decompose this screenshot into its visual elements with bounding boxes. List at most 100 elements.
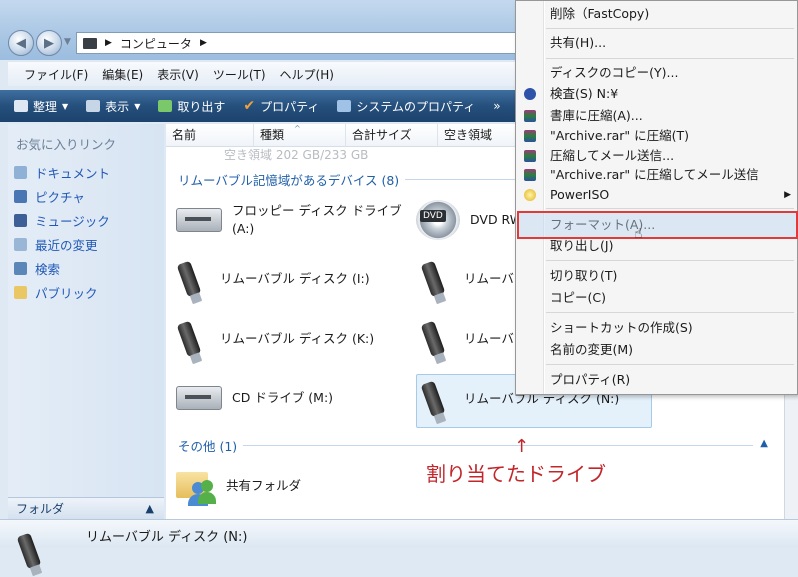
breadcrumb-separator-icon: ▶: [199, 38, 207, 48]
back-arrow-icon: ◀: [16, 35, 26, 51]
usb-drive-icon: [420, 380, 446, 418]
menu-copy[interactable]: コピー(C): [516, 287, 798, 309]
menu-compress-rar-email[interactable]: "Archive.rar" に圧縮してメール送信: [516, 164, 798, 186]
menu-add-archive[interactable]: 書庫に圧縮(A)...: [516, 105, 798, 127]
group-divider: [405, 179, 516, 180]
eject-label: 取り出す: [177, 99, 226, 114]
properties-button[interactable]: ✔ プロパティ: [243, 98, 319, 115]
recent-changes-icon: [14, 237, 27, 251]
winrar-icon: [524, 150, 536, 162]
views-icon: [86, 100, 101, 112]
back-button[interactable]: ◀: [8, 30, 34, 56]
device-label: リムーバブル ディスク (I:): [220, 271, 370, 286]
forward-arrow-icon: ▶: [44, 35, 54, 51]
device-label: リムーバブル ディスク (K:): [220, 331, 375, 346]
organize-button[interactable]: 整理 ▼: [14, 98, 68, 115]
chevron-down-icon: ▼: [134, 101, 141, 111]
chevron-up-icon: ▲: [145, 502, 154, 515]
folders-toggle[interactable]: フォルダ ▲: [8, 497, 164, 519]
usb-drive-icon: [16, 532, 42, 570]
winrar-icon: [524, 110, 536, 122]
group-title: その他 (1): [178, 439, 238, 454]
group-title: リムーバブル記憶域があるデバイス (8): [178, 173, 400, 188]
menu-item-label: 削除（FastCopy): [550, 6, 650, 21]
toolbar-overflow-button[interactable]: »: [493, 99, 500, 113]
column-name[interactable]: 名前: [166, 124, 254, 146]
faded-row: 空き領域 202 GB/233 GB: [224, 148, 369, 162]
forward-button[interactable]: ▶: [36, 30, 62, 56]
winrar-icon: [524, 169, 536, 181]
menu-cut[interactable]: 切り取り(T): [516, 265, 798, 287]
views-label: 表示: [105, 99, 130, 114]
menu-properties[interactable]: プロパティ(R): [516, 369, 798, 391]
system-properties-label: システムのプロパティ: [356, 99, 476, 114]
menu-copy-disk[interactable]: ディスクのコピー(Y)...: [516, 62, 798, 84]
menu-item-label: "Archive.rar" に圧縮(T): [550, 128, 690, 143]
fav-search[interactable]: 検索: [14, 256, 110, 280]
fav-label: ミュージック: [35, 213, 110, 229]
dvd-text-icon: DVD: [420, 210, 446, 222]
fav-documents[interactable]: ドキュメント: [14, 160, 110, 184]
menu-file[interactable]: ファイル(F): [24, 66, 88, 83]
usb-drive-icon: [420, 320, 446, 358]
search-icon: [14, 261, 27, 275]
views-button[interactable]: 表示 ▼: [86, 98, 140, 115]
menu-item-label: 切り取り(T): [550, 268, 618, 283]
address-bar[interactable]: ▶ コンピュータ ▶: [76, 32, 516, 54]
favorite-links-title: お気に入りリンク: [16, 137, 117, 152]
fav-pictures[interactable]: ピクチャ: [14, 184, 110, 208]
menu-delete-fastcopy[interactable]: 削除（FastCopy): [516, 3, 798, 25]
device-disk-l[interactable]: リムーバ: [412, 320, 514, 358]
dvd-drive-icon: DVD: [416, 200, 460, 240]
system-properties-icon: [337, 100, 352, 112]
organize-label: 整理: [33, 99, 58, 114]
menu-create-shortcut[interactable]: ショートカットの作成(S): [516, 317, 798, 339]
favorite-links-list: ドキュメント ピクチャ ミュージック 最近の変更 検索 パブリック: [14, 160, 110, 304]
menu-rename[interactable]: 名前の変更(M): [516, 339, 798, 361]
device-label-line: フロッピー ディスク ドライブ: [232, 203, 402, 218]
menu-edit[interactable]: 編集(E): [102, 66, 143, 83]
device-floppy[interactable]: フロッピー ディスク ドライブ (A:): [176, 202, 402, 238]
device-disk-j[interactable]: リムーバ: [412, 260, 514, 298]
sort-ascending-icon: ^: [294, 124, 301, 133]
fav-label: 検索: [35, 261, 61, 277]
menu-view[interactable]: 表示(V): [157, 66, 199, 83]
poweriso-icon: [524, 189, 536, 201]
device-cd[interactable]: CD ドライブ (M:): [176, 386, 333, 410]
fav-public[interactable]: パブリック: [14, 280, 110, 304]
menu-item-label: プロパティ(R): [550, 372, 631, 387]
menu-compress-rar[interactable]: "Archive.rar" に圧縮(T): [516, 125, 798, 147]
column-type[interactable]: 種類 ^: [254, 124, 346, 146]
documents-icon: [14, 165, 27, 179]
menu-poweriso[interactable]: PowerISO ▶: [516, 184, 798, 206]
eject-button[interactable]: 取り出す: [158, 98, 225, 115]
device-dvd[interactable]: DVD DVD RW: [416, 200, 522, 240]
menu-tools[interactable]: ツール(T): [213, 66, 266, 83]
menu-share[interactable]: 共有(H)...: [516, 32, 798, 54]
organize-icon: [14, 100, 28, 112]
folder-icon: [14, 285, 27, 299]
fav-music[interactable]: ミュージック: [14, 208, 110, 232]
menu-help[interactable]: ヘルプ(H): [280, 66, 334, 83]
recent-pages-chevron-icon[interactable]: ▼: [64, 37, 71, 47]
breadcrumb-computer[interactable]: コンピュータ: [120, 35, 192, 52]
group-header-other[interactable]: その他 (1): [178, 436, 754, 455]
menu-item-label: 名前の変更(M): [550, 342, 634, 357]
menu-scan[interactable]: 検査(S) N:¥: [516, 83, 798, 105]
device-disk-k[interactable]: リムーバブル ディスク (K:): [168, 320, 375, 358]
column-free-space[interactable]: 空き領域: [438, 124, 518, 146]
menu-separator: [546, 260, 794, 261]
submenu-arrow-icon: ▶: [784, 190, 791, 200]
device-disk-i[interactable]: リムーバブル ディスク (I:): [168, 260, 370, 298]
cd-drive-icon: [176, 386, 222, 410]
chevron-up-icon[interactable]: ▲: [760, 438, 768, 449]
system-properties-button[interactable]: システムのプロパティ: [337, 98, 475, 115]
menu-separator: [546, 208, 794, 209]
fav-recent[interactable]: 最近の変更: [14, 232, 110, 256]
device-label-line: (A:): [232, 221, 255, 236]
device-label: リムーバ: [464, 331, 514, 346]
column-total-size[interactable]: 合計サイズ: [346, 124, 438, 146]
group-header-removable[interactable]: リムーバブル記憶域があるデバイス (8): [178, 170, 516, 189]
menu-item-label: ディスクのコピー(Y)...: [550, 65, 679, 80]
device-shared-folder[interactable]: 共有フォルダ: [176, 466, 301, 506]
